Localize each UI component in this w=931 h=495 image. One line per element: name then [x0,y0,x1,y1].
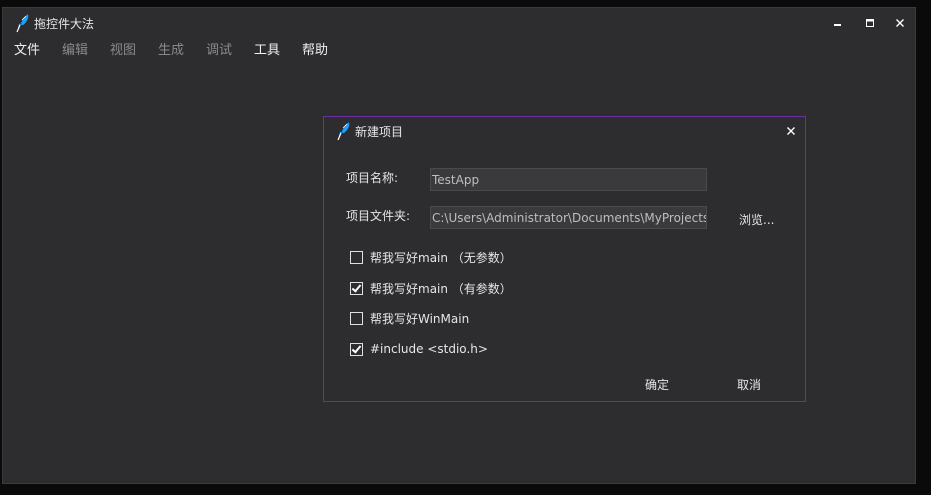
option-include-stdio[interactable]: #include <stdio.h> [350,341,488,357]
new-project-dialog: 新建项目 项目名称: 项目文件夹: 浏览... 帮我写好main （无参数） 帮… [323,116,806,402]
minimize-button[interactable] [826,13,850,33]
close-button[interactable] [888,13,912,33]
feather-pen-icon [16,14,29,33]
dialog-close-button[interactable] [782,122,800,140]
menu-file[interactable]: 文件 [14,39,40,58]
checkbox[interactable] [350,250,363,264]
menu-tools[interactable]: 工具 [254,39,280,58]
browse-button[interactable]: 浏览... [739,211,774,228]
maximize-icon [866,19,874,27]
menu-build[interactable]: 生成 [158,39,184,58]
maximize-button[interactable] [858,13,882,33]
project-folder-label: 项目文件夹: [346,209,411,223]
checkbox-label: 帮我写好main （无参数） [370,250,512,265]
option-main-no-args[interactable]: 帮我写好main （无参数） [350,249,512,265]
minimize-icon [834,24,841,26]
ok-button[interactable]: 确定 [645,376,669,393]
checkbox[interactable] [350,342,363,356]
feather-pen-icon [337,122,350,141]
checkbox-label: 帮我写好WinMain [370,311,470,326]
main-window: 拖控件大法 文件 编辑 视图 生成 调试 工具 帮助 新建项目 项目名称: Te… [2,7,916,484]
close-icon [787,127,795,135]
close-icon [896,19,904,27]
project-folder-input[interactable] [430,206,707,229]
app-title: 拖控件大法 [34,17,95,31]
title-bar[interactable]: 拖控件大法 [3,8,915,38]
menu-view[interactable]: 视图 [110,39,136,58]
checkbox-label: #include <stdio.h> [370,342,488,356]
menu-help[interactable]: 帮助 [302,39,328,58]
project-name-label: 项目名称: [346,171,399,185]
menu-debug[interactable]: 调试 [206,39,232,58]
checkbox[interactable] [350,311,363,325]
checkbox[interactable] [350,281,363,295]
checkbox-label: 帮我写好main （有参数） [370,281,512,296]
menu-bar: 文件 编辑 视图 生成 调试 工具 帮助 [3,37,915,59]
menu-edit[interactable]: 编辑 [62,39,88,58]
option-main-with-args[interactable]: 帮我写好main （有参数） [350,280,512,296]
dialog-title: 新建项目 [355,125,404,139]
option-winmain[interactable]: 帮我写好WinMain [350,310,469,326]
project-name-input[interactable] [430,168,707,191]
cancel-button[interactable]: 取消 [737,376,761,393]
